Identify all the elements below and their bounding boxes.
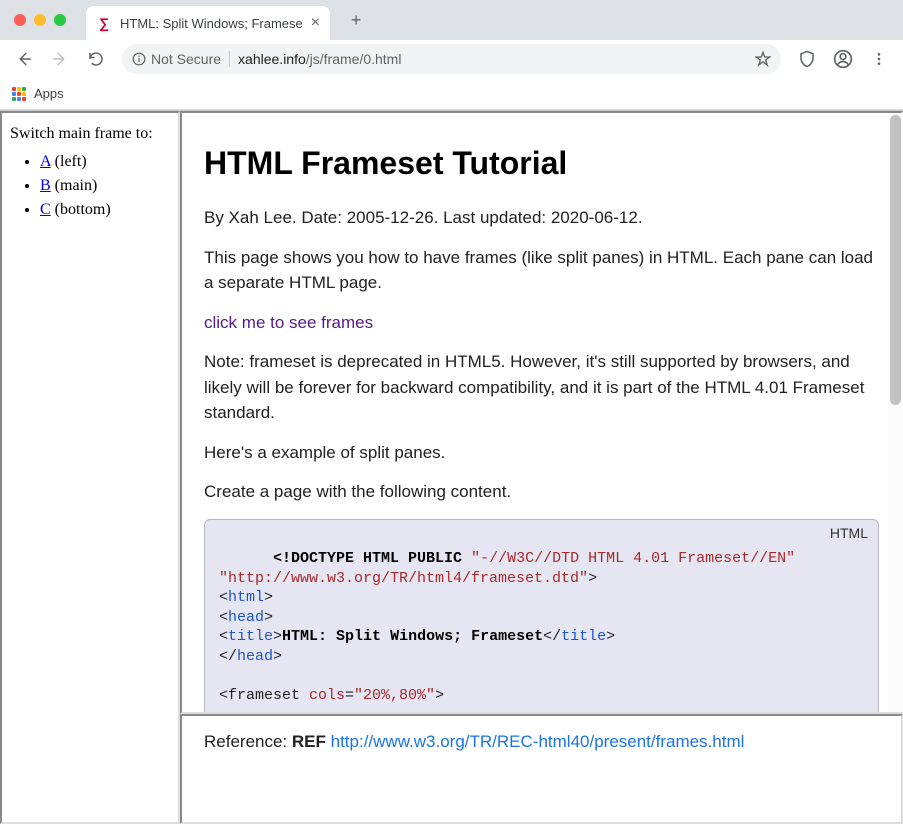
list-item: C (bottom): [40, 201, 170, 219]
close-tab-icon[interactable]: ×: [311, 15, 320, 31]
example-lead: Here's a example of split panes.: [204, 440, 879, 466]
left-frame-heading: Switch main frame to:: [10, 125, 170, 143]
minimize-window-button[interactable]: [34, 14, 46, 26]
star-icon[interactable]: [755, 51, 771, 67]
bottom-frame: Reference: REF http://www.w3.org/TR/REC-…: [180, 714, 903, 824]
not-secure-label: Not Secure: [151, 51, 221, 67]
switch-link-b[interactable]: B: [40, 177, 51, 194]
toolbar: Not Secure xahlee.info/js/frame/0.html: [0, 40, 903, 78]
list-item: A (left): [40, 153, 170, 171]
left-frame: Switch main frame to: A (left) B (main) …: [0, 111, 180, 824]
address-bar[interactable]: Not Secure xahlee.info/js/frame/0.html: [122, 44, 781, 74]
apps-button[interactable]: Apps: [12, 86, 64, 101]
frameset-content: Switch main frame to: A (left) B (main) …: [0, 111, 903, 824]
reload-button[interactable]: [80, 43, 112, 75]
main-frame: HTML Frameset Tutorial By Xah Lee. Date:…: [180, 111, 903, 714]
code-label: HTML: [830, 524, 868, 542]
arrow-right-icon: [51, 50, 69, 68]
url-text: xahlee.info/js/frame/0.html: [238, 51, 401, 67]
close-window-button[interactable]: [14, 14, 26, 26]
see-frames-link[interactable]: click me to see frames: [204, 313, 373, 332]
scrollbar-thumb[interactable]: [890, 115, 901, 405]
browser-chrome: ∑ HTML: Split Windows; Framese × + Not S…: [0, 0, 903, 111]
reference-link[interactable]: http://www.w3.org/TR/REC-html40/present/…: [331, 732, 745, 751]
bookmarks-bar: Apps: [0, 78, 903, 110]
byline: By Xah Lee. Date: 2005-12-26. Last updat…: [204, 205, 879, 231]
switch-link-a[interactable]: A: [40, 153, 51, 170]
maximize-window-button[interactable]: [54, 14, 66, 26]
shield-icon: [798, 50, 816, 68]
reference-line: Reference: REF http://www.w3.org/TR/REC-…: [204, 732, 879, 752]
menu-button[interactable]: [863, 43, 895, 75]
profile-button[interactable]: [827, 43, 859, 75]
switch-link-c[interactable]: C: [40, 201, 51, 218]
reload-icon: [87, 50, 105, 68]
tab-bar: ∑ HTML: Split Windows; Framese × +: [0, 0, 903, 40]
forward-button[interactable]: [44, 43, 76, 75]
extension-button[interactable]: [791, 43, 823, 75]
new-tab-button[interactable]: +: [342, 6, 370, 34]
ref-bold: REF: [292, 732, 326, 751]
user-icon: [833, 49, 853, 69]
scrollbar[interactable]: [888, 113, 903, 712]
apps-label: Apps: [34, 86, 64, 101]
kebab-icon: [871, 51, 887, 67]
browser-tab[interactable]: ∑ HTML: Split Windows; Framese ×: [86, 6, 330, 40]
arrow-left-icon: [15, 50, 33, 68]
tab-title: HTML: Split Windows; Framese: [120, 16, 303, 31]
apps-grid-icon: [12, 87, 26, 101]
window-controls: [14, 14, 66, 26]
page-title: HTML Frameset Tutorial: [204, 139, 879, 187]
frame-switch-list: A (left) B (main) C (bottom): [40, 153, 170, 219]
security-indicator[interactable]: Not Secure: [132, 51, 230, 67]
list-item: B (main): [40, 177, 170, 195]
create-lead: Create a page with the following content…: [204, 479, 879, 505]
tab-favicon-icon: ∑: [96, 15, 112, 31]
info-icon: [132, 52, 146, 66]
note-paragraph: Note: frameset is deprecated in HTML5. H…: [204, 349, 879, 426]
intro-paragraph: This page shows you how to have frames (…: [204, 245, 879, 296]
back-button[interactable]: [8, 43, 40, 75]
code-block: HTML<!DOCTYPE HTML PUBLIC "-//W3C//DTD H…: [204, 519, 879, 715]
